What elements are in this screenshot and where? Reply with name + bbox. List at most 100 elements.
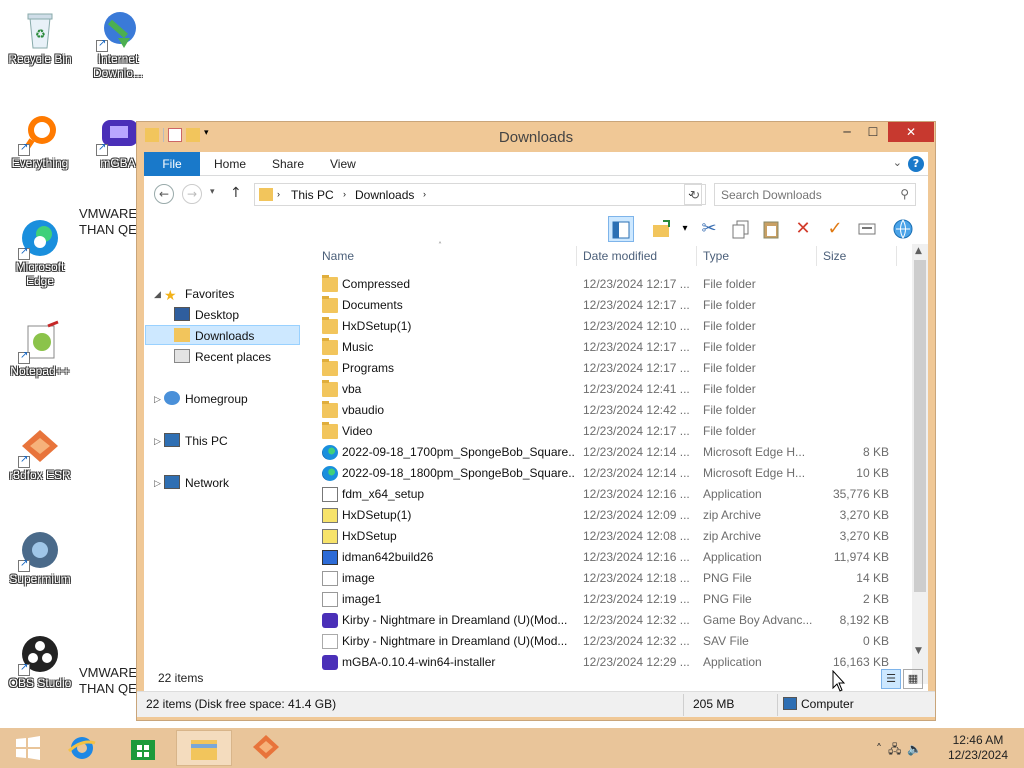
desktop-icon-everything[interactable]: Everything xyxy=(0,112,80,170)
file-explorer-taskbar-button[interactable] xyxy=(176,730,232,766)
file-row[interactable]: HxDSetup 12/23/2024 12:08 ... zip Archive 3… xyxy=(318,526,908,547)
expand-ribbon-icon[interactable]: ⌄ xyxy=(893,156,902,169)
forward-button[interactable]: → xyxy=(182,184,202,204)
refresh-icon[interactable]: ↻ xyxy=(684,184,706,205)
file-type: File folder xyxy=(703,340,756,354)
column-header-size[interactable]: Size xyxy=(823,244,846,268)
location-label: Computer xyxy=(801,697,854,711)
minimize-button[interactable]: ─ xyxy=(834,122,860,142)
file-row[interactable]: vbaudio 12/23/2024 12:42 ... File folder xyxy=(318,400,908,421)
desktop-icon-obs-studio[interactable]: OBS Studio xyxy=(0,632,80,690)
tab-file[interactable]: File xyxy=(144,152,200,176)
file-row[interactable]: Video 12/23/2024 12:17 ... File folder xyxy=(318,421,908,442)
file-name: Compressed xyxy=(342,277,411,291)
file-size: 3,270 KB xyxy=(839,529,889,543)
details-view-icon[interactable]: ☰ xyxy=(881,669,901,689)
large-icons-view-icon[interactable]: ▦ xyxy=(903,669,923,689)
file-type: Application xyxy=(703,655,762,669)
file-row[interactable]: fdm_x64_setup 12/23/2024 12:16 ... Applica… xyxy=(318,484,908,505)
volume-icon[interactable]: 🔈 xyxy=(907,742,928,756)
file-row[interactable]: 2022-09-18_1800pm_SpongeBob_Square... 12/… xyxy=(318,463,908,484)
column-header-type[interactable]: Type xyxy=(703,244,729,268)
properties-icon[interactable] xyxy=(854,216,880,242)
back-button[interactable]: ← xyxy=(154,184,174,204)
folder-options-dropdown-icon[interactable]: ▾ xyxy=(672,216,698,242)
expand-arrow-icon[interactable]: ▷ xyxy=(154,437,161,447)
folder-options-icon[interactable] xyxy=(648,216,674,242)
vertical-scrollbar[interactable]: ▲ ▼ xyxy=(912,244,928,684)
nav-desktop[interactable]: Desktop xyxy=(174,305,239,325)
nav-network[interactable]: Network xyxy=(164,473,229,493)
desktop-icon-r3dfox[interactable]: r3dfox ESR xyxy=(0,424,80,482)
cut-icon[interactable]: ✂ xyxy=(696,216,722,242)
file-row[interactable]: Kirby - Nightmare in Dreamland (U)(Mod..… xyxy=(318,631,908,652)
desktop-icon-recycle-bin[interactable]: ♻ Recycle Bin xyxy=(0,8,80,66)
network-globe-icon[interactable] xyxy=(890,216,916,242)
file-row[interactable]: vba 12/23/2024 12:41 ... File folder xyxy=(318,379,908,400)
rename-check-icon[interactable]: ✓ xyxy=(822,216,848,242)
column-separator[interactable] xyxy=(896,246,897,266)
tab-home[interactable]: Home xyxy=(214,152,246,176)
file-row[interactable]: image1 12/23/2024 12:19 ... PNG File 2 KB xyxy=(318,589,908,610)
search-icon[interactable]: ⚲ xyxy=(900,187,909,201)
scroll-down-icon[interactable]: ▼ xyxy=(915,646,922,656)
column-separator[interactable] xyxy=(816,246,817,266)
file-row[interactable]: Music 12/23/2024 12:17 ... File folder xyxy=(318,337,908,358)
preview-pane-icon[interactable] xyxy=(608,216,634,242)
file-row[interactable]: Programs 12/23/2024 12:17 ... File folder xyxy=(318,358,908,379)
nav-favorites[interactable]: ★ Favorites xyxy=(164,284,234,304)
file-date: 12/23/2024 12:19 ... xyxy=(583,592,690,606)
file-name: Kirby - Nightmare in Dreamland (U)(Mod..… xyxy=(342,634,568,648)
breadcrumb-this-pc[interactable]: This PC xyxy=(291,188,334,202)
column-separator[interactable] xyxy=(576,246,577,266)
file-row[interactable]: Compressed 12/23/2024 12:17 ... File folde… xyxy=(318,274,908,295)
file-row[interactable]: idman642build26 12/23/2024 12:16 ... Appli… xyxy=(318,547,908,568)
desktop-icon-label: Internet Downlo... xyxy=(92,52,144,80)
up-arrow-icon[interactable]: ↑ xyxy=(230,185,242,201)
column-header-date[interactable]: Date modified xyxy=(583,244,657,268)
start-button[interactable] xyxy=(0,730,56,766)
scroll-thumb[interactable] xyxy=(914,260,926,592)
paste-icon[interactable] xyxy=(758,216,784,242)
breadcrumb-downloads[interactable]: Downloads xyxy=(355,188,414,202)
file-row[interactable]: image 12/23/2024 12:18 ... PNG File 14 KB xyxy=(318,568,908,589)
file-row[interactable]: HxDSetup(1) 12/23/2024 12:10 ... File fold… xyxy=(318,316,908,337)
address-bar[interactable]: › This PC › Downloads › ⌄ xyxy=(254,183,702,206)
title-bar[interactable]: ▾ Downloads ─ ☐ ✕ xyxy=(137,122,935,152)
help-icon[interactable]: ? xyxy=(908,156,924,172)
show-hidden-icons-icon[interactable]: ˄ xyxy=(876,742,888,756)
tab-share[interactable]: Share xyxy=(272,152,304,176)
r3dfox-taskbar-button[interactable] xyxy=(238,730,294,766)
desktop-icon-supermium[interactable]: Supermium xyxy=(0,528,80,586)
store-taskbar-button[interactable] xyxy=(115,730,171,766)
network-status-icon[interactable]: 🖧 xyxy=(888,742,907,756)
maximize-button[interactable]: ☐ xyxy=(860,122,886,142)
file-row[interactable]: mGBA-0.10.4-win64-installer 12/23/2024 12… xyxy=(318,652,908,673)
nav-homegroup[interactable]: Homegroup xyxy=(164,389,248,409)
expand-arrow-icon[interactable]: ▷ xyxy=(154,395,161,405)
recent-locations-icon[interactable]: ▾ xyxy=(210,187,215,197)
copy-icon[interactable] xyxy=(728,216,754,242)
search-box[interactable]: ⚲ xyxy=(714,183,916,206)
column-separator[interactable] xyxy=(696,246,697,266)
desktop-icon-internet-download-manager[interactable]: Internet Downlo... xyxy=(78,8,158,80)
collapse-arrow-icon[interactable]: ◢ xyxy=(154,290,161,300)
nav-downloads[interactable]: Downloads xyxy=(145,325,300,345)
scroll-up-icon[interactable]: ▲ xyxy=(915,246,922,256)
file-row[interactable]: 2022-09-18_1700pm_SpongeBob_Square... 12/… xyxy=(318,442,908,463)
clock[interactable]: 12:46 AM 12/23/2024 xyxy=(948,733,1008,763)
close-button[interactable]: ✕ xyxy=(888,122,934,142)
nav-recent-places[interactable]: Recent places xyxy=(174,347,271,367)
expand-arrow-icon[interactable]: ▷ xyxy=(154,479,161,489)
tab-view[interactable]: View xyxy=(330,152,356,176)
desktop-icon-edge[interactable]: Microsoft Edge xyxy=(0,216,80,288)
file-row[interactable]: Documents 12/23/2024 12:17 ... File folder xyxy=(318,295,908,316)
desktop-icon-notepad-plus-plus[interactable]: Notepad++ xyxy=(0,320,80,378)
search-input[interactable] xyxy=(721,185,891,205)
column-header-name[interactable]: Name xyxy=(322,244,354,268)
nav-this-pc[interactable]: This PC xyxy=(164,431,228,451)
file-row[interactable]: HxDSetup(1) 12/23/2024 12:09 ... zip Archi… xyxy=(318,505,908,526)
file-row[interactable]: Kirby - Nightmare in Dreamland (U)(Mod..… xyxy=(318,610,908,631)
internet-explorer-taskbar-button[interactable] xyxy=(54,730,110,766)
delete-icon[interactable]: ✕ xyxy=(790,216,816,242)
